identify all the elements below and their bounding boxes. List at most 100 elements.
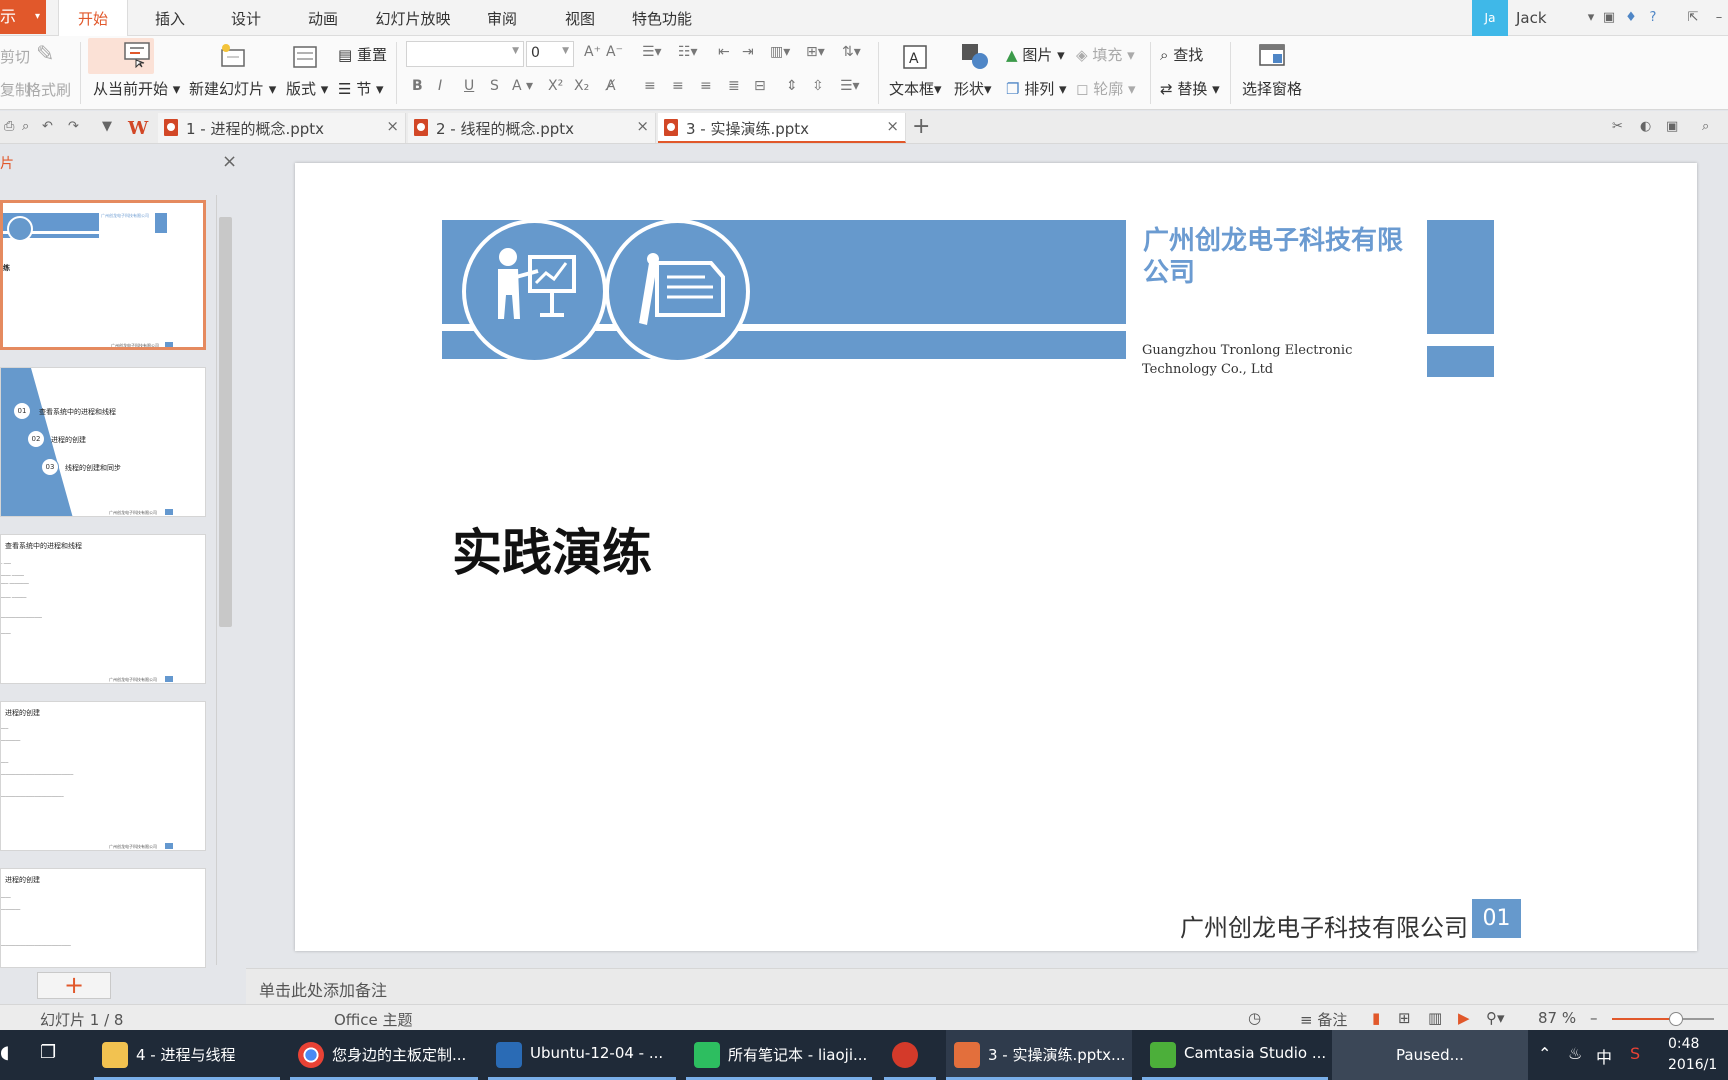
- notes-toggle[interactable]: ≡ 备注: [1300, 1009, 1347, 1030]
- undo-icon[interactable]: ↶: [42, 119, 53, 134]
- slide-thumbnail-4[interactable]: 进程的创建 ─── ──────── ─── ─────────────────…: [0, 701, 206, 851]
- avatar[interactable]: Ja: [1472, 0, 1508, 36]
- distribute-icon[interactable]: ⊟: [754, 78, 766, 94]
- slide-thumbnail-3[interactable]: 查看系统中的进程和线程 - ─── ──── ───── ─── ───────…: [0, 534, 206, 684]
- quick-access-dropdown-icon[interactable]: ▼: [102, 119, 112, 134]
- tab-insert[interactable]: 插入: [138, 0, 202, 36]
- subscript-icon[interactable]: X₂: [574, 78, 589, 94]
- app-menu-button[interactable]: 示 ▾: [0, 0, 46, 34]
- gift-icon[interactable]: ▣: [1600, 9, 1618, 27]
- font-name-combo[interactable]: ▼: [406, 41, 524, 67]
- share-icon[interactable]: ◐: [1640, 119, 1651, 134]
- align-text-icon[interactable]: ⇅▾: [842, 44, 861, 60]
- doc-tab[interactable]: 2 - 线程的概念.pptx ×: [408, 113, 656, 143]
- tab-animation[interactable]: 动画: [291, 0, 355, 36]
- fill-button[interactable]: ◈ 填充 ▾: [1076, 44, 1135, 65]
- tab-slideshow[interactable]: 幻灯片放映: [368, 0, 458, 36]
- outline-button[interactable]: ◻ 轮廓 ▾: [1076, 78, 1136, 99]
- username[interactable]: Jack: [1516, 0, 1547, 36]
- close-icon[interactable]: ×: [886, 117, 899, 135]
- slide-thumbnail-5[interactable]: 进程的创建 ──── ──────── ────────────────────…: [0, 868, 206, 968]
- taskbar-item-paused[interactable]: Paused...: [1332, 1030, 1528, 1080]
- collapse-icon[interactable]: ⇱: [1684, 9, 1702, 27]
- align-center-icon[interactable]: ≡: [672, 78, 684, 94]
- clear-format-icon[interactable]: A̸: [606, 78, 616, 94]
- task-view-icon[interactable]: ❐: [40, 1042, 56, 1063]
- find-button[interactable]: ⌕ 查找: [1160, 44, 1203, 65]
- zoom-level[interactable]: 87 %: [1538, 1009, 1576, 1027]
- new-tab-button[interactable]: +: [912, 114, 930, 139]
- font-color-icon[interactable]: A ▾: [512, 78, 533, 94]
- slideshow-view-icon[interactable]: ▶: [1458, 1009, 1470, 1027]
- shirt-icon[interactable]: ♦: [1622, 9, 1640, 27]
- text-direction-icon[interactable]: ⊞▾: [806, 44, 825, 60]
- panel-title[interactable]: 片: [0, 153, 14, 173]
- shrink-font-icon[interactable]: A⁻: [606, 44, 623, 60]
- slide-canvas[interactable]: 广州创龙电子科技有限公司 Guangzhou Tronlong Electron…: [295, 163, 1697, 951]
- sogou-icon[interactable]: S: [1630, 1044, 1640, 1063]
- section-button[interactable]: ☰ 节 ▾: [338, 78, 384, 99]
- ime-indicator[interactable]: 中: [1596, 1044, 1612, 1068]
- justify-icon[interactable]: ≣: [728, 78, 740, 94]
- slide-thumbnail-1[interactable]: 广州创龙电子科技有限公司 练 广州创龙电子科技有限公司: [0, 200, 206, 350]
- taskbar-item-app[interactable]: [884, 1030, 936, 1080]
- superscript-icon[interactable]: X²: [548, 78, 563, 94]
- company-name-en[interactable]: Guangzhou Tronlong Electronic Technology…: [1142, 341, 1412, 379]
- help-icon[interactable]: ?: [1644, 9, 1662, 27]
- notes-placeholder[interactable]: 单击此处添加备注: [259, 977, 387, 1001]
- picture-button[interactable]: ▲ 图片 ▾: [1006, 44, 1065, 65]
- tray-expand-icon[interactable]: ⌃: [1538, 1044, 1551, 1063]
- selection-pane-button[interactable]: 选择窗格: [1242, 78, 1302, 99]
- tab-review[interactable]: 审阅: [470, 0, 534, 36]
- align-right-icon[interactable]: ≡: [700, 78, 712, 94]
- slide-title[interactable]: 实践演练: [452, 513, 652, 585]
- grow-font-icon[interactable]: A⁺: [584, 44, 601, 60]
- export-icon[interactable]: ▣: [1666, 119, 1678, 134]
- shadow-icon[interactable]: S: [490, 78, 499, 94]
- taskbar-item-evernote[interactable]: 所有笔记本 - liaoji...: [686, 1030, 872, 1080]
- replace-button[interactable]: ⇄ 替换 ▾: [1160, 78, 1220, 99]
- pin-icon[interactable]: ✂: [1612, 119, 1623, 134]
- taskbar-item-wps[interactable]: 3 - 实操演练.pptx...: [946, 1030, 1132, 1080]
- format-painter-button[interactable]: 格式刷: [26, 79, 71, 100]
- doc-tab-active[interactable]: 3 - 实操演练.pptx ×: [658, 113, 906, 143]
- line-spacing-icon[interactable]: ⇕: [786, 78, 798, 94]
- cut-button[interactable]: 剪切: [0, 46, 30, 67]
- underline-icon[interactable]: U: [464, 78, 474, 94]
- bold-icon[interactable]: B: [412, 78, 423, 94]
- clock[interactable]: 0:48 2016/1: [1668, 1034, 1717, 1076]
- bullet-list-icon[interactable]: ☰▾: [642, 44, 662, 60]
- reset-button[interactable]: ▤ 重置: [338, 44, 387, 65]
- reading-view-icon[interactable]: ▥: [1428, 1009, 1442, 1027]
- columns-icon[interactable]: ▥▾: [770, 44, 790, 60]
- notes-pane[interactable]: 单击此处添加备注: [246, 968, 1728, 1004]
- zoom-slider-knob[interactable]: [1669, 1012, 1683, 1026]
- tab-home[interactable]: 开始: [58, 0, 128, 37]
- close-icon[interactable]: ×: [222, 151, 237, 172]
- tab-special[interactable]: 特色功能: [626, 0, 698, 36]
- doc-tab[interactable]: 1 - 进程的概念.pptx ×: [158, 113, 406, 143]
- tab-view[interactable]: 视图: [548, 0, 612, 36]
- slide-thumbnail-2[interactable]: 01 查看系统中的进程和线程 02 进程的创建 03 线程的创建和同步 广州创龙…: [0, 367, 206, 517]
- shape-button[interactable]: 形状▾: [954, 78, 992, 99]
- redo-icon[interactable]: ↷: [68, 119, 79, 134]
- textbox-button[interactable]: 文本框▾: [889, 78, 942, 99]
- font-size-combo[interactable]: 0 ▼: [526, 41, 574, 67]
- close-icon[interactable]: ×: [386, 117, 399, 135]
- from-current-button[interactable]: 从当前开始 ▾: [93, 78, 180, 99]
- wps-logo-icon[interactable]: W: [128, 118, 148, 139]
- paragraph-icon[interactable]: ☰▾: [840, 78, 860, 94]
- pin-icon[interactable]: ⚲▾: [1486, 1009, 1505, 1027]
- history-icon[interactable]: ◷: [1248, 1009, 1261, 1027]
- layout-button[interactable]: 版式 ▾: [286, 78, 328, 99]
- increase-indent-icon[interactable]: ⇥: [742, 44, 754, 60]
- paragraph-spacing-icon[interactable]: ⇳: [812, 78, 824, 94]
- company-name-cn[interactable]: 广州创龙电子科技有限公司: [1143, 225, 1413, 289]
- taskbar-item-vm[interactable]: Ubuntu-12-04 - ...: [488, 1030, 676, 1080]
- taskbar-item-camtasia[interactable]: Camtasia Studio ...: [1142, 1030, 1328, 1080]
- zoom-out-icon[interactable]: –: [1590, 1009, 1598, 1027]
- print-preview-icon[interactable]: ⎙: [4, 119, 14, 134]
- decrease-indent-icon[interactable]: ⇤: [718, 44, 730, 60]
- add-slide-button[interactable]: +: [37, 972, 111, 999]
- search-icon[interactable]: ⌕: [1702, 119, 1709, 134]
